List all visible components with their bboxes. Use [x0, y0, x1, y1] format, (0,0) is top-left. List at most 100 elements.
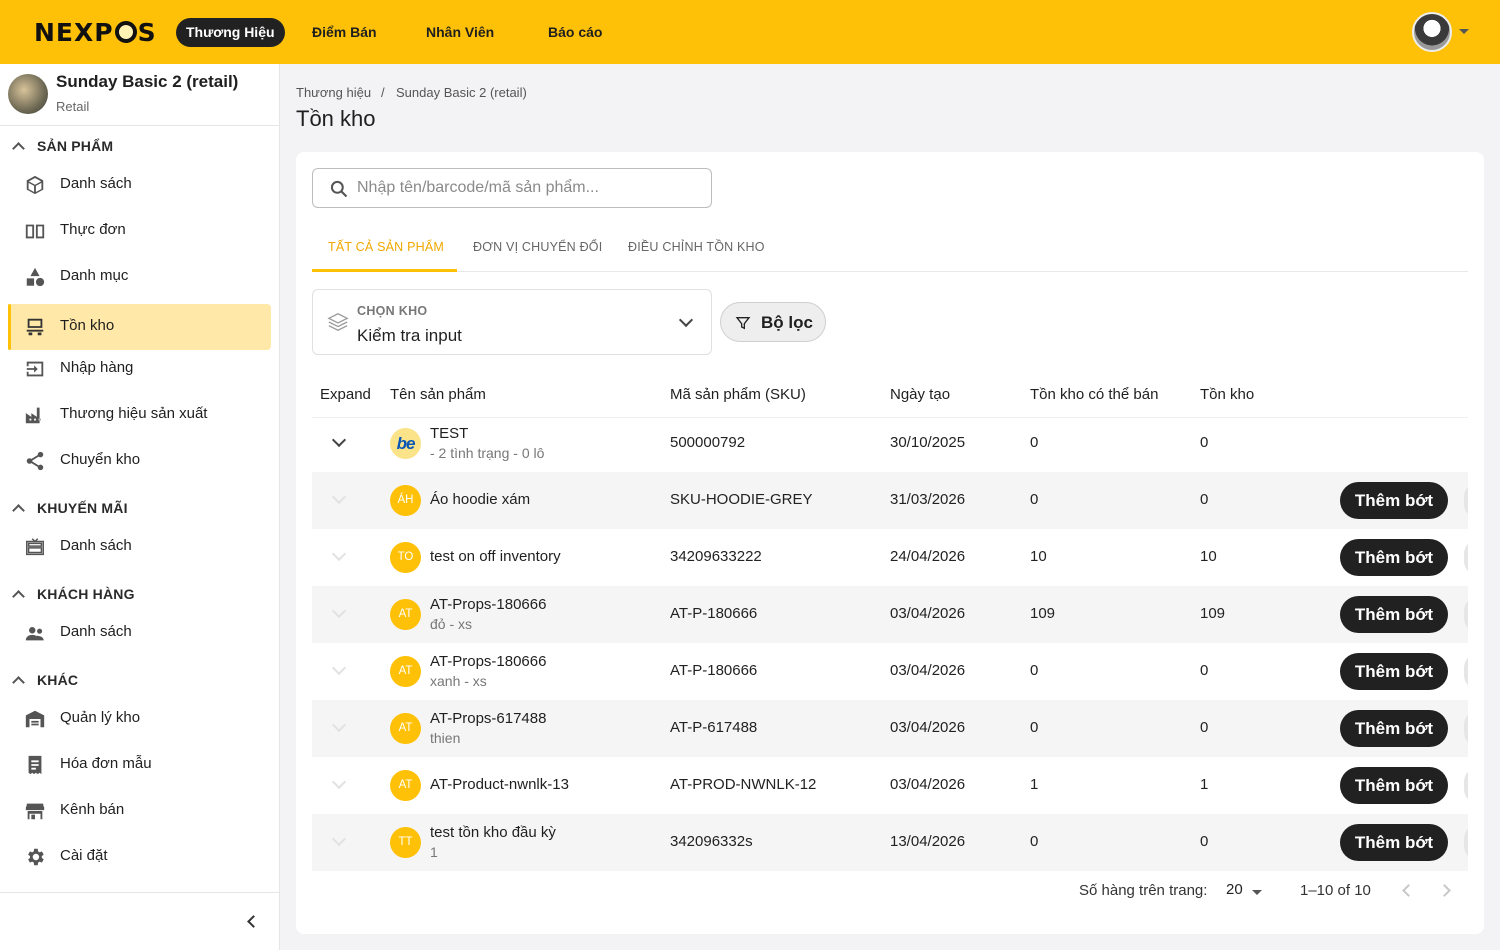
table-row[interactable]: ÁH Áo hoodie xám SKU-HOODIE-GREY 31/03/2026… [312, 472, 1468, 529]
more-actions-button[interactable] [1464, 824, 1468, 861]
adjust-stock-button[interactable]: Thêm bớt [1340, 596, 1448, 633]
sidebar-item-danh-muc[interactable]: Danh mục [8, 254, 271, 300]
tab-tat-ca-san-pham[interactable]: TẤT CẢ SẢN PHẨM [328, 240, 444, 254]
filter-button[interactable]: Bộ lọc [720, 302, 826, 342]
sidebar-item-kenh-ban[interactable]: Kênh bán [8, 788, 271, 834]
product-avatar: TO [390, 542, 421, 573]
sidebar-item-label: Chuyển kho [60, 451, 141, 468]
column-ten-san-pham[interactable]: Tên sản phẩm [390, 386, 486, 403]
column-ton-kho[interactable]: Tồn kho [1200, 386, 1254, 403]
breadcrumb-thuong-hieu[interactable]: Thương hiệu [296, 85, 371, 100]
product-name[interactable]: test tồn kho đầu kỳ [430, 824, 556, 841]
nexpos-logo[interactable]: NEXP S [34, 18, 157, 47]
product-avatar: be [390, 428, 421, 459]
table-row[interactable]: be TEST - 2 tình trạng - 0 lô 500000792 30/1… [312, 415, 1468, 472]
sidebar-item-label: Danh mục [60, 267, 129, 284]
section-khach-hang[interactable]: KHÁCH HÀNG [12, 583, 135, 605]
product-avatar: AT [390, 656, 421, 687]
product-name[interactable]: AT-Props-180666 [430, 653, 546, 670]
adjust-stock-button[interactable]: Thêm bớt [1340, 710, 1448, 747]
sidebar-item-nhap-hang[interactable]: Nhập hàng [8, 346, 271, 392]
user-menu-caret-icon[interactable] [1459, 29, 1469, 34]
sidebar-item-danh-sach-khuyen-mai[interactable]: Danh sách [8, 524, 271, 570]
sidebar-item-label: Danh sách [60, 623, 132, 640]
section-san-pham[interactable]: SẢN PHẨM [12, 135, 113, 157]
product-name[interactable]: AT-Props-180666 [430, 596, 546, 613]
layers-icon [327, 313, 349, 331]
product-avatar: AT [390, 770, 421, 801]
column-sku[interactable]: Mã sản phẩm (SKU) [670, 386, 806, 403]
product-name[interactable]: AT-Props-617488 [430, 710, 546, 727]
nav-diem-ban[interactable]: Điểm Bán [302, 18, 387, 47]
brand-header[interactable]: Sunday Basic 2 (retail) Retail [0, 64, 279, 126]
table-row[interactable]: AT AT-Product-nwnlk-13 AT-PROD-NWNLK-12 03/… [312, 757, 1468, 814]
stock-quantity: 0 [1200, 662, 1209, 679]
more-actions-button[interactable] [1464, 710, 1468, 747]
product-avatar: AT [390, 713, 421, 744]
product-name[interactable]: AT-Product-nwnlk-13 [430, 776, 569, 793]
tab-dieu-chinh-ton-kho[interactable]: ĐIỀU CHỈNH TỒN KHO [628, 240, 765, 254]
tab-don-vi-chuyen-doi[interactable]: ĐƠN VỊ CHUYỂN ĐỔI [473, 240, 602, 254]
chevron-left-icon[interactable] [247, 915, 260, 928]
column-ton-kho-co-the-ban[interactable]: Tồn kho có thể bán [1030, 386, 1158, 403]
sidebar-item-quan-ly-kho[interactable]: Quản lý kho [8, 696, 271, 742]
sidebar-item-cai-dat[interactable]: Cài đặt [8, 834, 271, 880]
adjust-stock-button[interactable]: Thêm bớt [1340, 539, 1448, 576]
sidebar-item-chuyen-kho[interactable]: Chuyển kho [8, 438, 271, 484]
table-row[interactable]: AT AT-Props-180666 đỏ - xs AT-P-180666 03/04… [312, 586, 1468, 643]
section-khuyen-mai[interactable]: KHUYẾN MÃI [12, 497, 128, 519]
sidebar-item-hoa-don-mau[interactable]: Hóa đơn mẫu [8, 742, 271, 788]
sidebar-item-thuc-don[interactable]: Thực đơn [8, 208, 271, 254]
sidebar-item-danh-sach-san-pham[interactable]: Danh sách [8, 162, 271, 208]
stock-quantity: 0 [1200, 491, 1209, 508]
gift-card-icon [26, 538, 44, 556]
created-date: 24/04/2026 [890, 548, 966, 565]
sidebar-collapse-bar[interactable] [0, 892, 279, 950]
more-actions-button[interactable] [1464, 767, 1468, 804]
nav-nhan-vien[interactable]: Nhân Viên [416, 18, 504, 47]
product-sku: 34209633222 [670, 548, 762, 565]
adjust-stock-button[interactable]: Thêm bớt [1340, 482, 1448, 519]
pagination-range: 1–10 of 10 [1300, 882, 1371, 899]
chevron-down-icon [678, 312, 694, 328]
sidebar-item-thuong-hieu-san-xuat[interactable]: Thương hiệu sản xuất [8, 392, 271, 438]
gear-icon [28, 848, 44, 866]
adjust-stock-button[interactable]: Thêm bớt [1340, 653, 1448, 690]
search-input[interactable] [357, 177, 697, 199]
more-actions-button[interactable] [1464, 482, 1468, 519]
table-row[interactable]: TO test on off inventory 34209633222 24/04/… [312, 529, 1468, 586]
sidebar-item-label: Thực đơn [60, 221, 126, 238]
column-ngay-tao[interactable]: Ngày tạo [890, 386, 950, 403]
nav-bao-cao[interactable]: Báo cáo [538, 18, 612, 47]
table-row[interactable]: AT AT-Props-617488 thien AT-P-617488 03/04/2… [312, 700, 1468, 757]
table-row[interactable]: AT AT-Props-180666 xanh - xs AT-P-180666 03/… [312, 643, 1468, 700]
sidebar-item-label: Nhập hàng [60, 359, 134, 376]
product-name[interactable]: Áo hoodie xám [430, 491, 530, 508]
search-field[interactable] [312, 168, 712, 208]
nav-thuong-hieu[interactable]: Thương Hiệu [176, 18, 285, 47]
table-row[interactable]: TT test tồn kho đầu kỳ 1 342096332s 13/04/20… [312, 814, 1468, 871]
warehouse-select[interactable]: CHỌN KHO Kiểm tra input [312, 289, 712, 355]
sellable-stock: 10 [1030, 548, 1047, 565]
more-actions-button[interactable] [1464, 539, 1468, 576]
expand-chevron-icon[interactable] [331, 432, 347, 448]
sellable-stock: 0 [1030, 662, 1039, 679]
sidebar-item-danh-sach-khach-hang[interactable]: Danh sách [8, 610, 271, 656]
more-actions-button[interactable] [1464, 596, 1468, 633]
user-avatar[interactable] [1412, 12, 1452, 52]
inventory-icon [26, 318, 44, 336]
product-name[interactable]: test on off inventory [430, 548, 561, 565]
more-actions-button[interactable] [1464, 653, 1468, 690]
rows-per-page-select[interactable]: 20 [1226, 881, 1243, 898]
product-variant: đỏ - xs [430, 616, 473, 632]
adjust-stock-button[interactable]: Thêm bớt [1340, 824, 1448, 861]
sidebar-item-label: Danh sách [60, 537, 132, 554]
section-khac[interactable]: KHÁC [12, 669, 78, 691]
warehouse-select-value: Kiểm tra input [357, 326, 462, 345]
product-name[interactable]: TEST [430, 425, 468, 442]
sellable-stock: 0 [1030, 833, 1039, 850]
sidebar-item-ton-kho[interactable]: Tồn kho [8, 304, 271, 350]
adjust-stock-button[interactable]: Thêm bớt [1340, 767, 1448, 804]
caret-down-icon[interactable] [1252, 890, 1262, 895]
expand-chevron-icon [331, 489, 347, 505]
